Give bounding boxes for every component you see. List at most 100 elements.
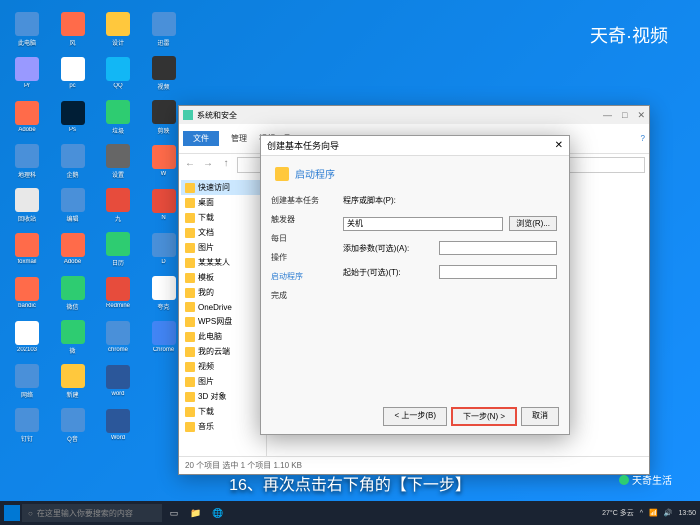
nav-item[interactable]: 我的云端	[181, 344, 264, 359]
nav-item[interactable]: 下载	[181, 210, 264, 225]
tray-chevron-icon[interactable]: ^	[640, 510, 643, 517]
desktop-icon[interactable]: Adobe	[8, 96, 46, 138]
wizard-step: 操作	[271, 252, 321, 263]
args-input[interactable]	[439, 241, 557, 255]
program-input[interactable]	[343, 217, 503, 231]
desktop-icon[interactable]: Adobe	[54, 228, 92, 270]
desktop-icon[interactable]: Word	[99, 404, 137, 446]
nav-item[interactable]: 我的	[181, 285, 264, 300]
cancel-button[interactable]: 取消	[521, 407, 559, 426]
desktop-icon[interactable]: foxmail	[8, 228, 46, 270]
up-icon[interactable]: ↑	[219, 158, 233, 172]
desktop-icon[interactable]: bandic	[8, 272, 46, 314]
watermark: 天奇·视频	[590, 22, 668, 48]
wizard-buttons: < 上一步(B) 下一步(N) > 取消	[383, 407, 559, 426]
nav-item[interactable]: 快速访问	[181, 180, 264, 195]
nav-item[interactable]: 3D 对象	[181, 389, 264, 404]
back-icon[interactable]: ←	[183, 158, 197, 172]
desktop-icon[interactable]: 设计	[99, 8, 137, 50]
wizard-titlebar[interactable]: 创建基本任务向导 ✕	[261, 136, 569, 156]
start-button[interactable]	[4, 505, 20, 521]
tutorial-subtitle: 16、再次点击右下角的【下一步】	[229, 471, 471, 495]
desktop-icon[interactable]: 202103	[8, 316, 46, 358]
nav-item[interactable]: 下载	[181, 404, 264, 419]
next-button[interactable]: 下一步(N) >	[451, 407, 517, 426]
desktop-icon[interactable]: chrome	[99, 316, 137, 358]
nav-item[interactable]: 音乐	[181, 419, 264, 434]
args-label: 添加参数(可选)(A):	[343, 243, 433, 254]
wizard-close-icon[interactable]: ✕	[555, 140, 563, 151]
nav-item[interactable]: OneDrive	[181, 300, 264, 314]
explorer-icon	[183, 110, 193, 120]
desktop-icon[interactable]: D	[145, 228, 183, 270]
desktop-icon[interactable]: 日历	[99, 228, 137, 270]
browse-button[interactable]: 浏览(R)...	[509, 216, 557, 231]
wizard-step: 触发器	[271, 214, 321, 225]
nav-item[interactable]: WPS网盘	[181, 314, 264, 329]
desktop-icon[interactable]: 夸克	[145, 272, 183, 314]
desktop-icon[interactable]: 垃圾	[99, 96, 137, 138]
nav-item[interactable]: 图片	[181, 374, 264, 389]
startin-input[interactable]	[439, 265, 557, 279]
forward-icon[interactable]: →	[201, 158, 215, 172]
brand-icon	[619, 475, 629, 485]
desktop-icon[interactable]: 新建	[54, 360, 92, 402]
desktop-icon[interactable]: word	[99, 360, 137, 402]
desktop-icon[interactable]: pc	[54, 52, 92, 94]
clock[interactable]: 13:50	[678, 510, 696, 517]
wizard-step: 每日	[271, 233, 321, 244]
desktop-icon[interactable]: 微信	[54, 272, 92, 314]
nav-item[interactable]: 模板	[181, 270, 264, 285]
volume-icon[interactable]: 🔊	[664, 509, 673, 517]
desktop-icon[interactable]: 网络	[8, 360, 46, 402]
help-icon[interactable]: ?	[641, 134, 645, 143]
desktop-icon[interactable]: 企鹅	[54, 140, 92, 182]
desktop-icon[interactable]: 九	[99, 184, 137, 226]
task-view-icon[interactable]: ▭	[164, 503, 184, 523]
taskbar-search[interactable]: ○ 在这里输入你要搜索的内容	[22, 504, 162, 522]
wizard-title-text: 创建基本任务向导	[267, 139, 339, 152]
desktop-icon[interactable]: 迅雷	[145, 8, 183, 50]
maximize-icon[interactable]: □	[622, 110, 627, 121]
desktop-icon[interactable]: N	[145, 184, 183, 226]
desktop-icon[interactable]: W	[145, 140, 183, 182]
desktop-icon[interactable]: 剪映	[145, 96, 183, 138]
file-tab[interactable]: 文件	[183, 131, 219, 146]
desktop-icon[interactable]: 设置	[99, 140, 137, 182]
edge-icon[interactable]: 🌐	[208, 503, 228, 523]
desktop-icon[interactable]: 此电脑	[8, 8, 46, 50]
desktop-icon[interactable]: 回收站	[8, 184, 46, 226]
desktop-icon[interactable]: Chrome	[145, 316, 183, 358]
desktop-icon[interactable]: 视频	[145, 52, 183, 94]
wizard-header-text: 启动程序	[295, 166, 335, 181]
desktop-icon[interactable]: Redmine	[99, 272, 137, 314]
close-icon[interactable]: ✕	[637, 110, 645, 121]
minimize-icon[interactable]: —	[603, 110, 612, 121]
explorer-titlebar[interactable]: 系统和安全 — □ ✕	[179, 106, 649, 124]
nav-item[interactable]: 文档	[181, 225, 264, 240]
window-controls: — □ ✕	[603, 110, 645, 121]
wifi-icon[interactable]: 📶	[649, 509, 658, 517]
program-label: 程序或脚本(P):	[343, 195, 403, 206]
brand-text: 天奇生活	[632, 472, 672, 487]
nav-item[interactable]: 桌面	[181, 195, 264, 210]
back-button[interactable]: < 上一步(B)	[383, 407, 447, 426]
nav-item[interactable]: 图片	[181, 240, 264, 255]
desktop-icon[interactable]: Ps	[54, 96, 92, 138]
desktop-icon[interactable]: 编辑	[54, 184, 92, 226]
nav-item[interactable]: 某某某人	[181, 255, 264, 270]
desktop-icon[interactable]: 地理科	[8, 140, 46, 182]
weather[interactable]: 27°C 多云	[602, 508, 634, 518]
wizard-step: 完成	[271, 290, 321, 301]
desktop-icon[interactable]: Q音	[54, 404, 92, 446]
nav-item[interactable]: 此电脑	[181, 329, 264, 344]
tab-manage[interactable]: 管理	[231, 133, 247, 144]
desktop-icon[interactable]: Pr	[8, 52, 46, 94]
desktop-icon[interactable]: 风	[54, 8, 92, 50]
desktop-icon[interactable]: QQ	[99, 52, 137, 94]
explorer-nav: 快速访问桌面下载文档图片某某某人模板我的OneDriveWPS网盘此电脑我的云端…	[179, 176, 267, 456]
nav-item[interactable]: 视频	[181, 359, 264, 374]
explorer-taskbar-icon[interactable]: 📁	[186, 503, 206, 523]
desktop-icon[interactable]: 钉钉	[8, 404, 46, 446]
desktop-icon[interactable]: 微	[54, 316, 92, 358]
